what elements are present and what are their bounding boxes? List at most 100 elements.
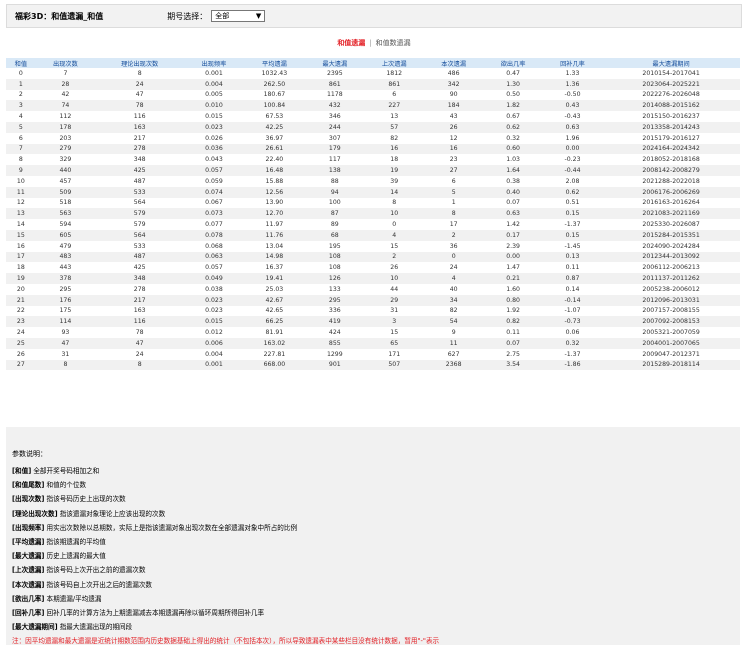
table-cell: 0.073 (184, 208, 244, 220)
notes-footnote: 注：因平均遗漏和最大遗漏是近统计期数范围内历史数据基础上得出的统计（不包括本次）… (12, 637, 440, 646)
issue-select[interactable]: 全部 ▼ (211, 10, 266, 22)
table-cell: 108 (305, 251, 365, 263)
page-title: 福彩3D：和值遗漏_和值 (15, 11, 104, 21)
table-cell: 47 (135, 91, 144, 99)
table-cell: -1.37 (564, 350, 581, 358)
table-cell: 2 (364, 251, 424, 263)
table-cell: 15 (390, 242, 399, 250)
table-cell: 15.88 (265, 177, 284, 185)
table-cell: 54 (423, 316, 484, 328)
table-cell: 336 (328, 307, 341, 315)
table-cell: 4 (423, 273, 484, 284)
column-header: 平均遗漏 (243, 58, 306, 68)
table-cell: 16 (364, 143, 424, 155)
table-cell: 1.92 (506, 307, 520, 315)
table-cell: 0.13 (542, 251, 603, 263)
table-cell: 0.004 (184, 78, 244, 90)
table-cell: 2015289-2018114 (602, 359, 740, 371)
table-cell: 518 (59, 199, 72, 207)
table-cell: 116 (133, 113, 146, 121)
table-cell: 42 (61, 91, 70, 99)
table-cell: 88 (330, 177, 339, 185)
table-cell: 10 (16, 177, 25, 185)
table-cell: -1.07 (564, 307, 581, 315)
table-cell: 20 (16, 285, 25, 293)
table-row: 4 112 116 0.015 67.53 346 13 43 0.67 -0.43 2015150… (6, 111, 740, 122)
column-header: 出现频率 (184, 58, 244, 68)
table-cell: 564 (95, 229, 185, 241)
table-cell: 0.87 (542, 273, 603, 284)
table-cell: 0.00 (542, 143, 603, 155)
table-row: 26 31 24 0.004 227.81 1299 171 627 2.75 -1.37 2009… (6, 349, 740, 360)
table-cell: 0.067 (205, 199, 223, 207)
table-cell: 133 (328, 285, 341, 293)
table-cell: 42.65 (265, 307, 284, 315)
table-cell: 2014088-2015162 (602, 100, 740, 112)
table-cell: 0.63 (483, 208, 543, 220)
note-line: [和值尾数] 和值的个位数 (12, 478, 740, 492)
table-cell: 2 (423, 229, 484, 241)
table-cell: 279 (35, 143, 96, 155)
table-cell: 78 (135, 329, 144, 337)
table-cell: 1.47 (506, 264, 520, 272)
table-cell: 0.80 (483, 294, 543, 306)
table-cell: 579 (95, 208, 185, 220)
notes-list: [和值] 全部开奖号码相加之和 [和值尾数] 和值的个位数 [出现次数] 指该号码历… (6, 464, 740, 634)
table-row: 23 114 116 0.015 66.25 419 3 54 0.82 -0.73 2007092… (6, 316, 740, 328)
table-cell: 65 (364, 337, 424, 349)
table-cell: 1.42 (506, 221, 520, 229)
note-line: [本次遗漏] 指该号码自上次开出之后的遗漏次数 (12, 578, 740, 592)
table-cell: 26 (16, 350, 25, 358)
table-row: 11 509 533 0.074 12.56 94 14 5 0.40 0.62 2006176-2… (6, 186, 740, 198)
table-cell: 2005321-2007059 (642, 329, 700, 337)
table-cell: 7 (6, 143, 36, 155)
note-term: [本次遗漏] (12, 580, 45, 589)
table-cell: 47 (95, 337, 185, 349)
table-cell: 40 (449, 285, 458, 293)
table-cell: 0.010 (184, 100, 244, 112)
table-cell: -0.43 (564, 113, 581, 121)
tab-sum-missing[interactable]: 和值遗漏 (337, 39, 365, 47)
table-cell: 2.75 (506, 350, 520, 358)
table-cell: 6 (18, 134, 23, 142)
table-cell: 11 (423, 337, 484, 349)
table-cell: 17 (6, 251, 36, 263)
table-cell: 378 (35, 273, 96, 284)
table-cell: 0.11 (506, 329, 520, 337)
table-cell: 42.25 (243, 121, 306, 133)
note-term: [出现次数] (12, 495, 45, 504)
table-cell: 23 (6, 316, 36, 328)
table-cell: 2012096-2013031 (602, 294, 740, 306)
table-cell: 0.62 (483, 121, 543, 133)
table-row: 19 378 348 0.049 19.41 126 10 4 0.21 0.87 2011137-… (6, 273, 740, 284)
table-cell: 1.03 (506, 156, 520, 164)
table-cell: 425 (95, 165, 185, 176)
table-cell: 2011137-2011262 (602, 273, 740, 284)
table-cell: 0.077 (205, 221, 223, 229)
table-row: 16 479 533 0.068 13.04 195 15 36 2.39 -1.45 202409… (6, 241, 740, 252)
note-desc: 用实出次数除以总期数，实际上是指该遗漏对象出现次数在全部遗漏对象中所占的比例 (46, 523, 298, 532)
table-cell: 425 (133, 264, 146, 272)
table-cell: 2015284-2015351 (602, 229, 740, 241)
table-cell: 0.07 (483, 337, 543, 349)
table-cell: 2016163-2016264 (642, 199, 700, 207)
table-cell: 1.30 (483, 78, 543, 90)
table-cell: 487 (95, 251, 185, 263)
table-cell: 295 (305, 294, 365, 306)
table-cell: 0.038 (205, 285, 223, 293)
table-cell: 533 (133, 242, 146, 250)
table-cell: 0.078 (184, 229, 244, 241)
table-row: 17 483 487 0.063 14.98 108 2 0 0.00 0.13 2012344-2… (6, 251, 740, 263)
table-cell: 42.67 (243, 294, 306, 306)
note-line: [回补几率] 回补几率的计算方法为上期遗漏减去本期遗漏再除以循环周期所得回补几率 (12, 606, 740, 620)
note-desc: 指该遗漏对象理论上应该出现的次数 (59, 509, 166, 518)
table-cell: 5 (6, 121, 36, 133)
table-cell: 1 (6, 78, 36, 90)
table-row: 5 178 163 0.023 42.25 244 57 26 0.62 0.63 2013358-… (6, 121, 740, 133)
table-cell: 4 (364, 229, 424, 241)
table-cell: 2368 (423, 359, 484, 371)
tab-sum-count-missing[interactable]: 和值数遗漏 (376, 39, 411, 47)
table-cell: 0.82 (483, 316, 543, 328)
table-cell: 0.11 (565, 264, 580, 272)
table-row: 12 518 564 0.067 13.90 100 8 1 0.07 0.51 2016163-2… (6, 198, 740, 209)
